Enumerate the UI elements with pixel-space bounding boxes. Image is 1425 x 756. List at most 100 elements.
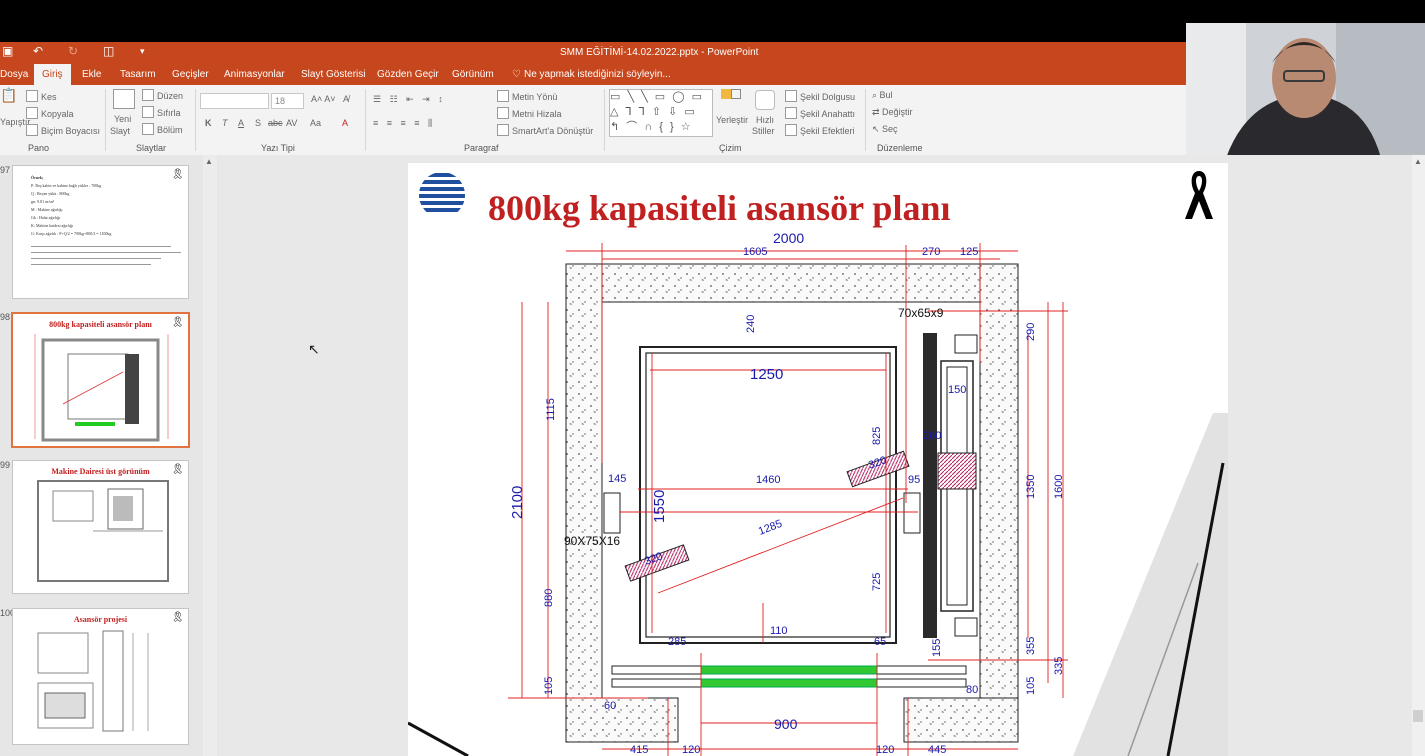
quick-styles-label-1[interactable]: Hızlı xyxy=(756,115,774,125)
section-icon xyxy=(142,123,154,135)
dim-label: 80 xyxy=(966,684,978,696)
dim-label: 445 xyxy=(928,744,946,756)
mourning-ribbon-icon: 🎗 xyxy=(171,169,184,180)
slide-thumbnail-97[interactable]: Örnek; P: Boş kabin ve kabine bağlı yükl… xyxy=(12,165,189,299)
pen-icon xyxy=(785,107,797,119)
italic-button[interactable]: T xyxy=(222,118,228,128)
elevator-plan-drawing: 2000 1605 270 125 240 70x65x9 290 1250 1… xyxy=(408,230,1228,756)
dim-label: 1550 xyxy=(651,490,668,523)
dim-label: 2000 xyxy=(773,230,804,246)
shadow-button[interactable]: S xyxy=(255,118,261,128)
dim-label: 2100 xyxy=(509,486,526,519)
shape-outline-button[interactable]: Şekil Anahattı xyxy=(785,107,855,119)
dim-label: 880 xyxy=(543,589,555,607)
align-icons[interactable]: ≡ ≡ ≡ ≡ ⫼ xyxy=(373,118,435,129)
tab-view[interactable]: Görünüm xyxy=(452,69,494,80)
text-direction-icon xyxy=(497,90,509,102)
underline-button[interactable]: A xyxy=(238,118,244,128)
window-title: SMM EĞİTİMİ-14.02.2022.pptx - PowerPoint xyxy=(560,47,759,58)
dim-label: 120 xyxy=(876,744,894,756)
strikethrough-button[interactable]: abc xyxy=(268,118,283,128)
tab-slideshow[interactable]: Slayt Gösterisi xyxy=(301,69,365,80)
quick-styles-label-2[interactable]: Stiller xyxy=(752,126,775,136)
tab-home[interactable]: Giriş xyxy=(34,64,71,85)
bullets-icon[interactable]: ☰ ☷ ⇤ ⇥ ↕ xyxy=(373,94,446,105)
separator xyxy=(604,89,605,151)
customize-toolbar-icon[interactable]: ▾ xyxy=(140,46,145,57)
format-painter-button[interactable]: Biçim Boyacısı xyxy=(26,124,100,136)
undo-icon[interactable]: ↶ xyxy=(33,44,43,58)
slide-thumbnails-pane: 97 Örnek; P: Boş kabin ve kabine bağlı y… xyxy=(0,155,218,756)
tab-animations[interactable]: Animasyonlar xyxy=(224,69,285,80)
bold-button[interactable]: K xyxy=(205,118,212,128)
dim-label: 1600 xyxy=(1053,475,1065,499)
scroll-thumb[interactable] xyxy=(1413,710,1423,722)
change-case-icon[interactable]: Aa xyxy=(310,118,321,128)
font-name-input[interactable] xyxy=(200,93,269,109)
find-button[interactable]: ⌕ Bul xyxy=(872,90,893,101)
cut-button[interactable]: Kes xyxy=(26,90,57,102)
dim-label: 270 xyxy=(922,246,940,258)
new-slide-label-2[interactable]: Slayt xyxy=(110,126,130,136)
font-size-input[interactable]: 18 xyxy=(271,93,304,109)
new-slide-label-1[interactable]: Yeni xyxy=(114,114,131,124)
scroll-up-icon[interactable]: ▲ xyxy=(1414,157,1422,166)
slide-thumbnail-98[interactable]: 800kg kapasiteli asansör planı 🎗 xyxy=(11,312,190,448)
dim-label: 355 xyxy=(1025,637,1037,655)
shapes-gallery[interactable]: ▭ ╲ ╲ ▭ ◯ ▭ △ ⅂ ⅂ ⇧ ⇩ ▭ ↰ ⌒ ∩ { } ☆ xyxy=(609,89,713,137)
new-slide-icon[interactable] xyxy=(113,89,135,109)
text-direction-button[interactable]: Metin Yönü xyxy=(497,90,557,102)
thumbnails-scrollbar[interactable]: ▲ xyxy=(203,155,217,756)
replace-button[interactable]: ⇄ Değiştir xyxy=(872,107,913,118)
shape-fill-button[interactable]: Şekil Dolgusu xyxy=(785,90,855,102)
arrange-icon[interactable] xyxy=(721,89,741,107)
smartart-button[interactable]: SmartArt'a Dönüştür xyxy=(497,124,593,136)
dim-label: 900 xyxy=(774,716,798,732)
thumbnail-drawing xyxy=(37,480,169,582)
title-bar: ▣ ↶ ↻ ◫ ▾ SMM EĞİTİMİ-14.02.2022.pptx - … xyxy=(0,42,1186,64)
paint-bucket-icon xyxy=(785,90,797,102)
quick-styles-icon[interactable] xyxy=(755,90,775,110)
reset-icon xyxy=(142,106,154,118)
reset-button[interactable]: Sıfırla xyxy=(142,106,181,118)
tell-me-icon: ♡ xyxy=(512,69,521,80)
clear-format-icon[interactable]: A̸ xyxy=(343,94,349,104)
save-icon[interactable]: ▣ xyxy=(2,44,13,58)
canvas-scrollbar[interactable]: ▲ xyxy=(1412,155,1425,756)
tell-me-box[interactable]: Ne yapmak istediğinizi söyleyin... xyxy=(524,69,671,80)
redo-icon[interactable]: ↻ xyxy=(68,44,78,58)
section-button[interactable]: Bölüm xyxy=(142,123,183,135)
tab-review[interactable]: Gözden Geçir xyxy=(377,69,439,80)
slide-thumbnail-99[interactable]: Makine Dairesi üst görünüm 🎗 xyxy=(12,460,189,594)
dim-label: 415 xyxy=(630,744,648,756)
tab-transitions[interactable]: Geçişler xyxy=(172,69,209,80)
font-color-icon[interactable]: A xyxy=(342,118,348,128)
tab-design[interactable]: Tasarım xyxy=(120,69,156,80)
dim-label: 110 xyxy=(770,625,788,637)
copy-button[interactable]: Kopyala xyxy=(26,107,74,119)
shape-effects-button[interactable]: Şekil Efektleri xyxy=(785,124,855,136)
current-slide[interactable]: 800kg kapasiteli asansör planı 2000 1605… xyxy=(408,163,1228,756)
increase-font-icon[interactable]: A˄ A˅ xyxy=(311,94,336,104)
group-label-clipboard: Pano xyxy=(28,143,50,153)
dim-label: 65 xyxy=(874,636,886,648)
paste-icon[interactable]: 📋 xyxy=(0,87,17,104)
tab-file[interactable]: Dosya xyxy=(0,69,28,80)
char-spacing-icon[interactable]: AV xyxy=(286,118,297,128)
webcam-video xyxy=(1186,23,1425,158)
scroll-up-icon[interactable]: ▲ xyxy=(205,157,213,166)
dim-label: 105 xyxy=(1025,677,1037,695)
arrange-button[interactable]: Yerleştir xyxy=(716,115,748,125)
layout-button[interactable]: Düzen xyxy=(142,89,183,101)
start-slideshow-icon[interactable]: ◫ xyxy=(103,44,114,58)
group-label-drawing: Çizim xyxy=(719,143,742,153)
ribbon-tabs: Dosya Giriş Ekle Tasarım Geçişler Animas… xyxy=(0,64,1186,85)
dim-label: 155 xyxy=(931,639,943,657)
thumbnail-drawing xyxy=(37,630,149,732)
dim-label: 285 xyxy=(668,636,686,648)
dim-label: 150 xyxy=(948,384,966,396)
tab-insert[interactable]: Ekle xyxy=(82,69,101,80)
align-text-button[interactable]: Metni Hizala xyxy=(497,107,562,119)
slide-thumbnail-100[interactable]: Asansör projesi 🎗 xyxy=(12,608,189,745)
select-button[interactable]: ↖ Seç xyxy=(872,124,898,135)
